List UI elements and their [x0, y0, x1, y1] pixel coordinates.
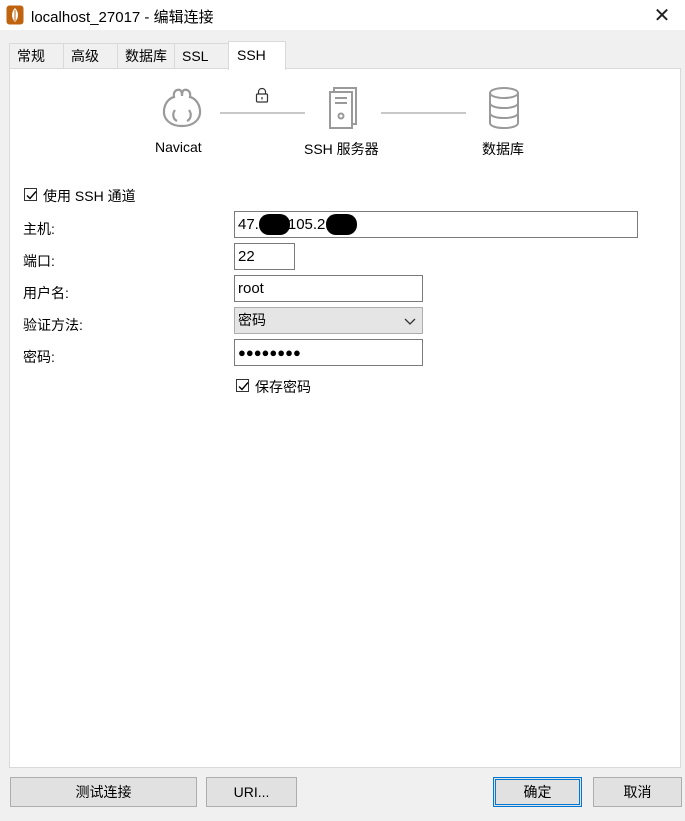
cancel-button[interactable]: 取消	[593, 777, 682, 807]
host-label: 主机:	[23, 221, 55, 237]
database-icon	[486, 86, 522, 133]
auth-method-select[interactable]: 密码	[234, 307, 423, 334]
redaction-mark	[259, 214, 290, 235]
save-password-label: 保存密码	[255, 379, 311, 395]
auth-method-value: 密码	[238, 312, 266, 328]
host-value-start: 47.	[238, 216, 259, 233]
tab-label: 高级	[71, 48, 99, 64]
diagram-database-label: 数据库	[482, 141, 524, 157]
use-ssh-checkbox[interactable]	[24, 188, 37, 201]
tab-general[interactable]: 常规	[9, 43, 64, 69]
chevron-down-icon	[403, 309, 417, 333]
check-icon	[26, 191, 37, 200]
host-input[interactable]: 47. 105.2	[234, 211, 638, 238]
tab-database[interactable]: 数据库	[117, 43, 175, 69]
diagram-server-label: SSH 服务器	[304, 141, 379, 157]
uri-button[interactable]: URI...	[206, 777, 297, 807]
lock-icon	[254, 87, 270, 106]
tab-label: 常规	[17, 48, 45, 64]
tab-label: SSL	[182, 48, 209, 64]
navicat-logo-icon	[160, 86, 204, 133]
title-bar: localhost_27017 - 编辑连接 ✕	[0, 0, 685, 30]
tab-label: SSH	[237, 47, 266, 63]
redaction-mark	[326, 214, 357, 235]
ssh-panel	[9, 68, 681, 768]
test-connection-button[interactable]: 测试连接	[10, 777, 197, 807]
username-input[interactable]: root	[234, 275, 423, 302]
tab-ssl[interactable]: SSL	[174, 43, 229, 69]
port-input[interactable]: 22	[234, 243, 295, 270]
check-icon	[238, 382, 249, 391]
diagram-client-label: Navicat	[155, 139, 202, 155]
navicat-app-icon	[6, 5, 24, 25]
close-icon: ✕	[653, 4, 671, 27]
password-input[interactable]: ●●●●●●●●	[234, 339, 423, 366]
use-ssh-label: 使用 SSH 通道	[43, 188, 136, 204]
ssh-server-icon	[326, 86, 358, 133]
port-label: 端口:	[23, 253, 55, 269]
tab-ssh[interactable]: SSH	[228, 41, 286, 70]
host-value-mid: 105.2	[287, 216, 326, 233]
tab-advanced[interactable]: 高级	[63, 43, 118, 69]
ok-button[interactable]: 确定	[493, 777, 582, 807]
window-title: localhost_27017 - 编辑连接	[31, 9, 214, 26]
password-label: 密码:	[23, 349, 55, 365]
close-button[interactable]: ✕	[639, 0, 685, 30]
connection-line-1	[220, 112, 305, 114]
save-password-checkbox[interactable]	[236, 379, 249, 392]
auth-method-label: 验证方法:	[23, 317, 83, 333]
connection-line-2	[381, 112, 466, 114]
tab-label: 数据库	[125, 48, 167, 64]
username-label: 用户名:	[23, 285, 69, 301]
